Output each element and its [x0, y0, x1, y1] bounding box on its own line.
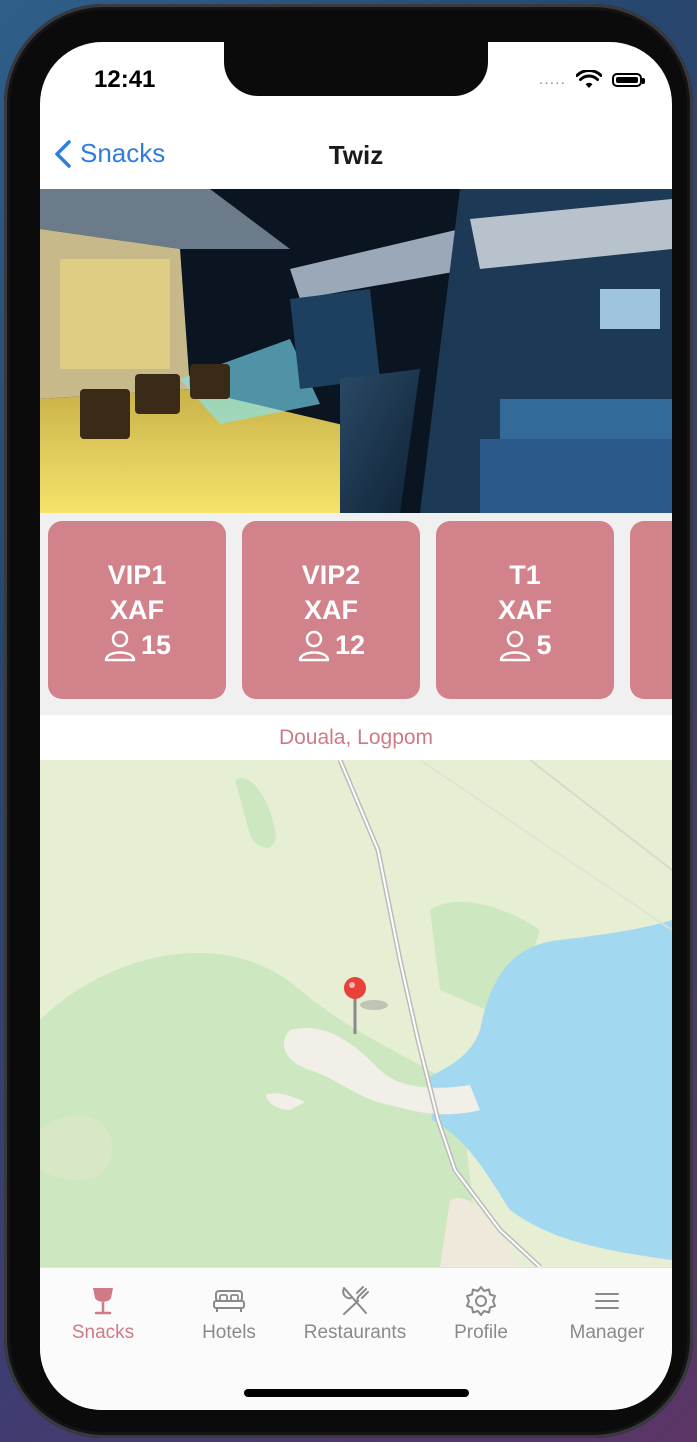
tab-bar: Snacks Hotels Restaurants Profile Manage… — [40, 1267, 672, 1410]
tab-hotels[interactable]: Hotels — [166, 1284, 292, 1344]
home-indicator[interactable] — [244, 1389, 469, 1397]
status-time: 12:41 — [94, 66, 156, 93]
capacity-count: 5 — [536, 629, 552, 660]
device-frame: 12:41 ..... Snacks Twiz VIP1 XAF 15 VIP2… — [4, 4, 693, 1438]
wine-glass-icon — [93, 1288, 113, 1315]
status-indicators: ..... — [538, 70, 645, 90]
navigation-bar: Snacks Twiz — [40, 130, 672, 190]
location-map[interactable] — [40, 760, 672, 1267]
tab-profile[interactable]: Profile — [418, 1284, 544, 1344]
table-currency: XAF — [304, 594, 358, 625]
table-capacity: 15 — [103, 628, 171, 663]
person-icon — [298, 630, 330, 662]
table-card[interactable]: T1 XAF 5 — [436, 521, 614, 699]
venue-address: Douala, Logpom — [40, 716, 672, 760]
table-capacity: 5 — [498, 628, 552, 663]
device-notch — [224, 42, 488, 96]
table-currency: XAF — [110, 594, 164, 625]
menu-icon — [595, 1293, 619, 1309]
table-name: VIP1 — [107, 559, 167, 590]
cellular-signal-icon: ..... — [538, 71, 566, 88]
tab-label: Hotels — [202, 1322, 256, 1343]
capacity-count: 12 — [334, 629, 366, 660]
table-card-partial[interactable] — [630, 521, 672, 699]
table-capacity: 12 — [297, 628, 365, 663]
person-icon — [104, 630, 136, 662]
tab-label: Profile — [454, 1322, 508, 1343]
venue-photo — [40, 189, 672, 513]
person-icon — [500, 630, 531, 662]
battery-icon — [612, 73, 645, 87]
wifi-icon — [576, 70, 602, 88]
table-card[interactable]: VIP1 XAF 15 — [48, 521, 226, 699]
tab-label: Snacks — [71, 1322, 135, 1343]
tables-carousel[interactable]: VIP1 XAF 15 VIP2 XAF 12 T1 XAF 5 — [40, 513, 672, 715]
tab-label: Restaurants — [303, 1322, 407, 1343]
table-name: T1 — [509, 559, 541, 590]
app-screen: 12:41 ..... Snacks Twiz VIP1 XAF 15 VIP2… — [40, 42, 672, 1410]
table-name: VIP2 — [301, 559, 361, 590]
gear-icon — [466, 1286, 496, 1316]
fork-knife-icon — [342, 1286, 369, 1315]
table-currency: XAF — [498, 594, 552, 625]
tab-restaurants[interactable]: Restaurants — [292, 1284, 418, 1344]
tab-manager[interactable]: Manager — [544, 1284, 670, 1344]
tab-label: Manager — [569, 1322, 645, 1343]
tab-snacks[interactable]: Snacks — [40, 1284, 166, 1344]
capacity-count: 15 — [140, 629, 172, 660]
page-title: Twiz — [328, 140, 384, 170]
bed-icon — [213, 1290, 245, 1312]
table-card[interactable]: VIP2 XAF 12 — [242, 521, 420, 699]
